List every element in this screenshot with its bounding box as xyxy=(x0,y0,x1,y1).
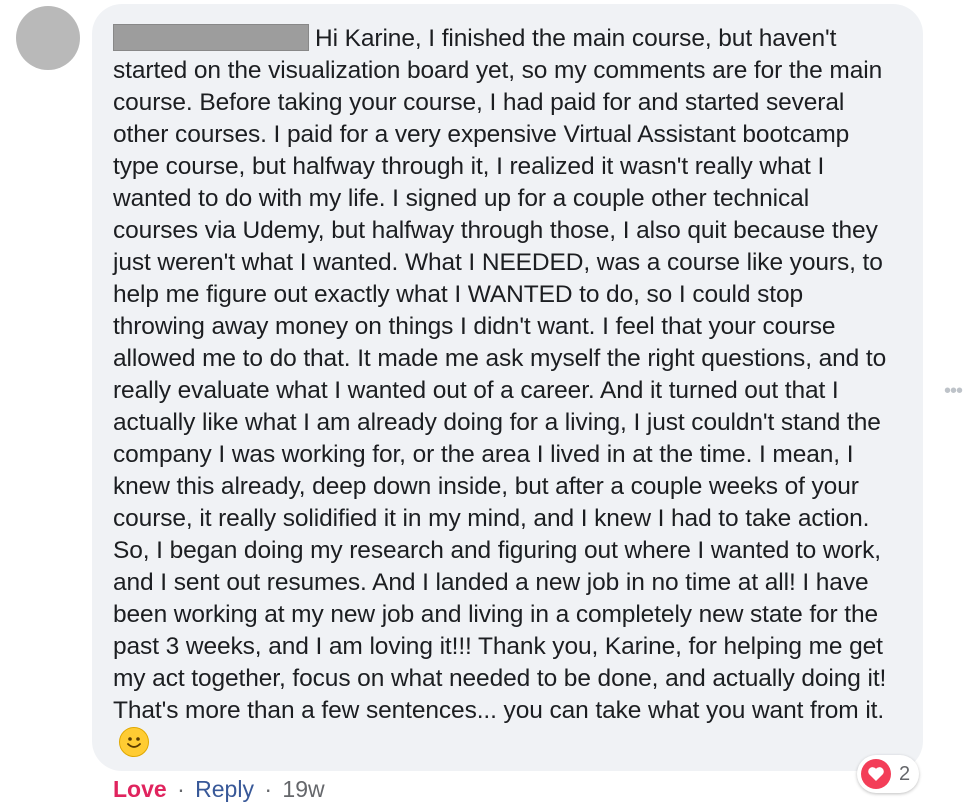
separator: · xyxy=(264,776,273,802)
avatar[interactable] xyxy=(16,6,80,70)
more-options-icon[interactable]: ••• xyxy=(944,381,963,401)
timestamp[interactable]: 19w xyxy=(282,776,324,802)
comment-bubble: Hi Karine, I finished the main course, b… xyxy=(92,4,923,771)
love-button[interactable]: Love xyxy=(113,776,167,802)
comment-actions: Love · Reply · 19w xyxy=(113,776,325,803)
smiley-face-icon xyxy=(119,727,149,757)
comment-text: Hi Karine, I finished the main course, b… xyxy=(113,25,887,724)
redacted-author-name xyxy=(113,24,309,51)
separator: · xyxy=(177,776,185,802)
comment-body: Hi Karine, I finished the main course, b… xyxy=(113,23,893,760)
reply-button[interactable]: Reply xyxy=(195,776,254,802)
reaction-summary[interactable]: 2 xyxy=(857,755,919,793)
reaction-count: 2 xyxy=(899,762,911,785)
heart-icon xyxy=(861,759,891,789)
